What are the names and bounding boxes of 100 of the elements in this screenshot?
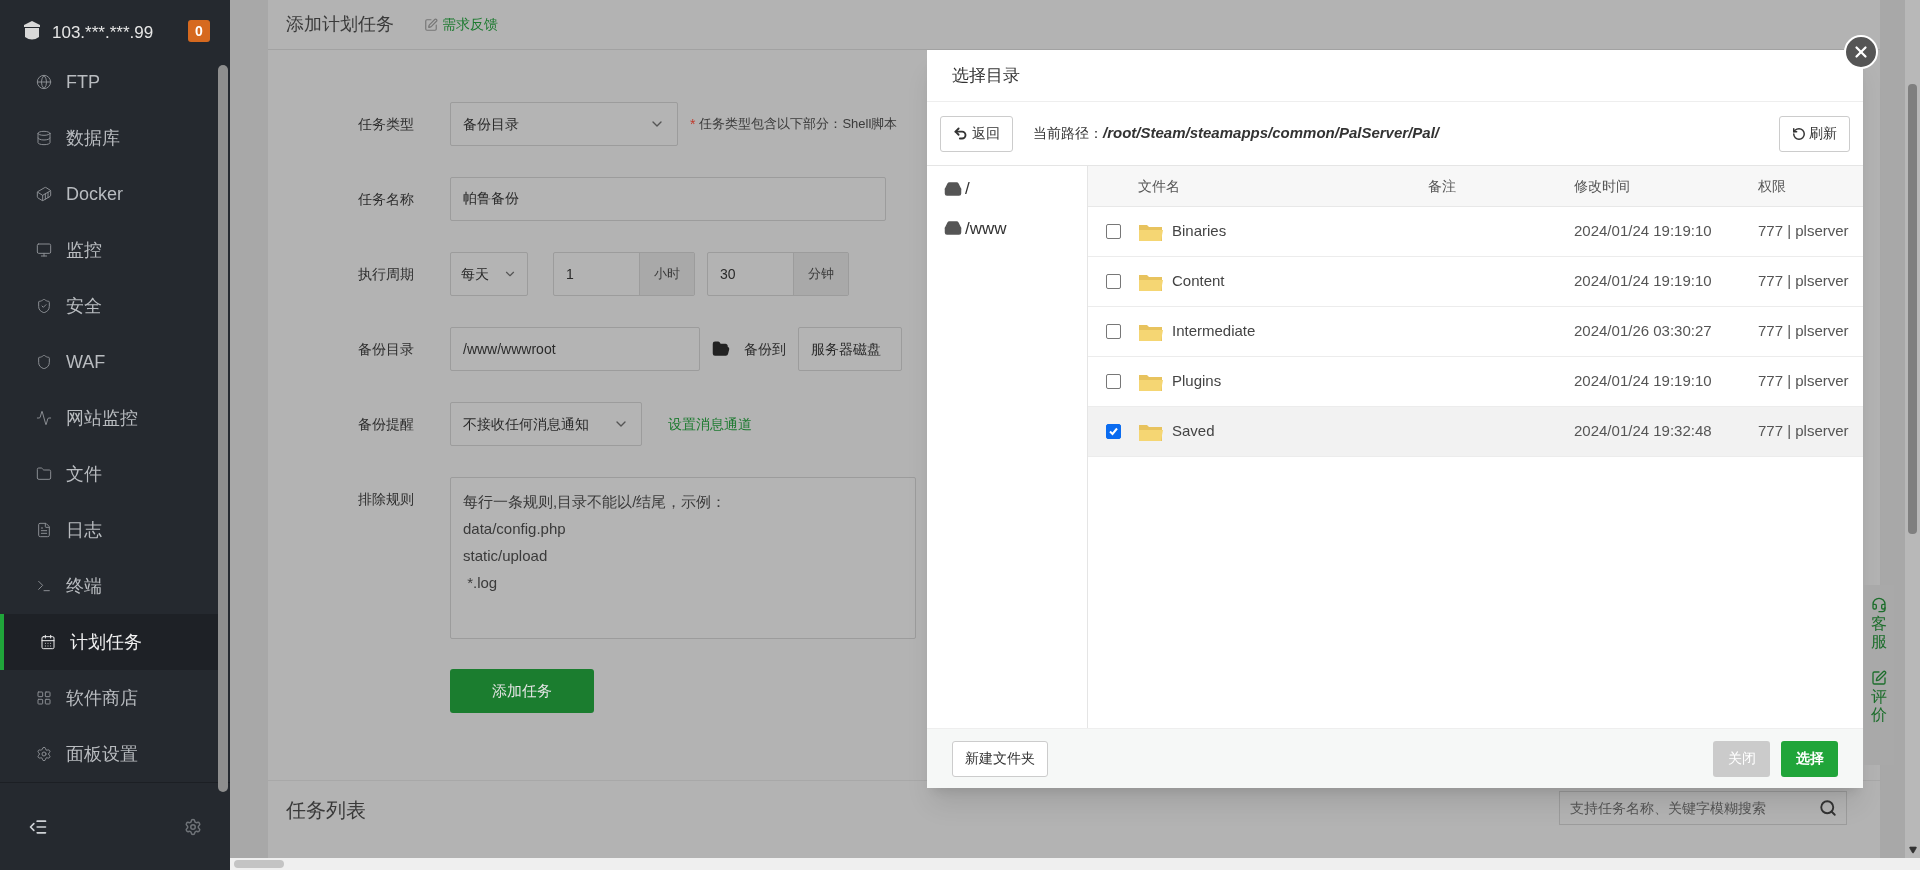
sidebar-item[interactable]: Docker (0, 166, 218, 222)
sidebar-item[interactable]: 日志 (0, 502, 218, 558)
settings-icon (36, 746, 52, 762)
table-row[interactable]: Binaries 2024/01/24 19:19:10 777 | plserver (1088, 207, 1863, 257)
horizontal-scrollbar[interactable] (230, 858, 1920, 870)
grid-icon (36, 690, 52, 706)
folder-name[interactable]: Content (1172, 270, 1225, 293)
minute-field[interactable]: 30 分钟 (707, 252, 849, 296)
column-header: 权限 (1758, 176, 1787, 196)
permission: 777 | plserver (1758, 371, 1849, 392)
edit-icon (424, 17, 438, 32)
sidebar-item[interactable]: FTP (0, 54, 218, 110)
permission: 777 | plserver (1758, 221, 1849, 242)
column-header: 修改时间 (1574, 176, 1631, 196)
sidebar-item[interactable]: 安全 (0, 278, 218, 334)
field-label: 备份目录 (358, 339, 415, 359)
row-checkbox[interactable] (1105, 324, 1121, 339)
page-scrollbar[interactable] (1905, 0, 1920, 858)
shield-check-icon (36, 298, 52, 314)
unit-label: 分钟 (793, 253, 848, 295)
modified-time: 2024/01/26 03:30:27 (1574, 321, 1713, 342)
table-row[interactable]: Intermediate 2024/01/26 03:30:27 777 | plserver (1088, 307, 1863, 357)
modified-time: 2024/01/24 19:19:10 (1574, 221, 1713, 242)
server-address: 103.***.***.99 (52, 22, 155, 44)
table-row[interactable]: Saved 2024/01/24 19:32:48 777 | plserver (1088, 407, 1863, 457)
sidebar-item[interactable]: 终端 (0, 558, 218, 614)
table-row[interactable]: Content 2024/01/24 19:19:10 777 | plserver (1088, 257, 1863, 307)
section-title: 任务列表 (286, 798, 366, 823)
shield-icon (36, 354, 52, 370)
document-icon (36, 522, 52, 538)
row-checkbox[interactable] (1105, 224, 1121, 239)
field-label: 任务类型 (358, 114, 415, 134)
task-name-input[interactable]: 帕鲁备份 (450, 177, 886, 221)
scroll-down-icon[interactable] (1908, 846, 1917, 854)
field-label: 排除规则 (358, 490, 415, 509)
permission: 777 | plserver (1758, 421, 1849, 442)
permission: 777 | plserver (1758, 321, 1849, 342)
container-icon (36, 186, 52, 202)
notification-badge[interactable]: 0 (188, 20, 210, 42)
period-select[interactable]: 每天 (450, 252, 528, 296)
folder-name[interactable]: Binaries (1172, 220, 1227, 243)
folder-icon[interactable] (712, 340, 730, 358)
folder-name[interactable]: Intermediate (1172, 320, 1256, 343)
backup-path-input[interactable]: /www/wwwroot (450, 327, 700, 371)
notify-select[interactable]: 不接收任何消息通知 (450, 402, 642, 446)
field-label: 备份提醒 (358, 414, 415, 434)
folder-icon (36, 466, 52, 482)
server-logo-icon (22, 20, 42, 42)
back-arrow-icon (953, 126, 968, 141)
sidebar-item[interactable]: 计划任务 (0, 614, 218, 670)
sidebar-item[interactable]: 网站监控 (0, 390, 218, 446)
pulse-icon (36, 410, 52, 426)
close-icon (1852, 43, 1870, 61)
modified-time: 2024/01/24 19:32:48 (1574, 421, 1713, 442)
task-type-select[interactable]: 备份目录 (450, 102, 678, 146)
sidebar-item[interactable]: 面板设置 (0, 726, 218, 782)
drive-item[interactable]: /www (944, 215, 1087, 241)
field-label: 备份到 (744, 339, 786, 359)
sidebar-item[interactable]: 文件 (0, 446, 218, 502)
drive-icon (944, 179, 962, 198)
backup-target-select[interactable]: 服务器磁盘 (798, 327, 902, 371)
column-header: 备注 (1428, 176, 1457, 196)
drive-item[interactable]: / (944, 176, 1087, 202)
database-icon (36, 130, 52, 146)
monitor-icon (36, 242, 52, 258)
add-task-button[interactable]: 添加任务 (450, 669, 594, 713)
globe-icon (36, 74, 52, 90)
folder-name[interactable]: Plugins (1172, 370, 1222, 393)
edit-icon (1871, 670, 1887, 687)
settings-icon[interactable] (184, 817, 202, 836)
terminal-icon (36, 578, 52, 594)
back-button[interactable]: 返回 (940, 115, 1013, 152)
row-checkbox[interactable] (1105, 424, 1121, 439)
section-title: 添加计划任务 (286, 13, 394, 36)
new-folder-button[interactable]: 新建文件夹 (952, 740, 1048, 777)
task-type-hint: 任务类型包含以下部分：Shell脚本 (699, 115, 898, 134)
row-checkbox[interactable] (1105, 374, 1121, 389)
column-header: 文件名 (1138, 176, 1181, 196)
search-icon[interactable] (1819, 799, 1837, 817)
refresh-icon (1792, 126, 1806, 141)
sidebar-item[interactable]: 软件商店 (0, 670, 218, 726)
calendar-icon (40, 634, 56, 650)
task-search-field[interactable]: 支持任务名称、关键字模糊搜索 (1559, 791, 1847, 825)
refresh-button[interactable]: 刷新 (1779, 115, 1850, 152)
current-path: 当前路径：/root/Steam/steamapps/common/PalServer/Pal/ (1033, 123, 1441, 144)
sidebar-scrollbar[interactable] (218, 65, 228, 792)
sidebar-item[interactable]: 监控 (0, 222, 218, 278)
table-row[interactable]: Plugins 2024/01/24 19:19:10 777 | plserver (1088, 357, 1863, 407)
sidebar-item[interactable]: 数据库 (0, 110, 218, 166)
sidebar-item[interactable]: WAF (0, 334, 218, 390)
unit-label: 小时 (639, 253, 694, 295)
modified-time: 2024/01/24 19:19:10 (1574, 271, 1713, 292)
modified-time: 2024/01/24 19:19:10 (1574, 371, 1713, 392)
required-mark: * (690, 114, 696, 134)
exclude-rules-textarea[interactable]: 每行一条规则,目录不能以/结尾，示例： data/config.php static/upload *.log (450, 477, 916, 639)
row-checkbox[interactable] (1105, 274, 1121, 289)
check-icon (1107, 426, 1119, 437)
folder-name[interactable]: Saved (1172, 420, 1215, 443)
hour-field[interactable]: 1 小时 (553, 252, 695, 296)
field-label: 任务名称 (358, 189, 415, 209)
